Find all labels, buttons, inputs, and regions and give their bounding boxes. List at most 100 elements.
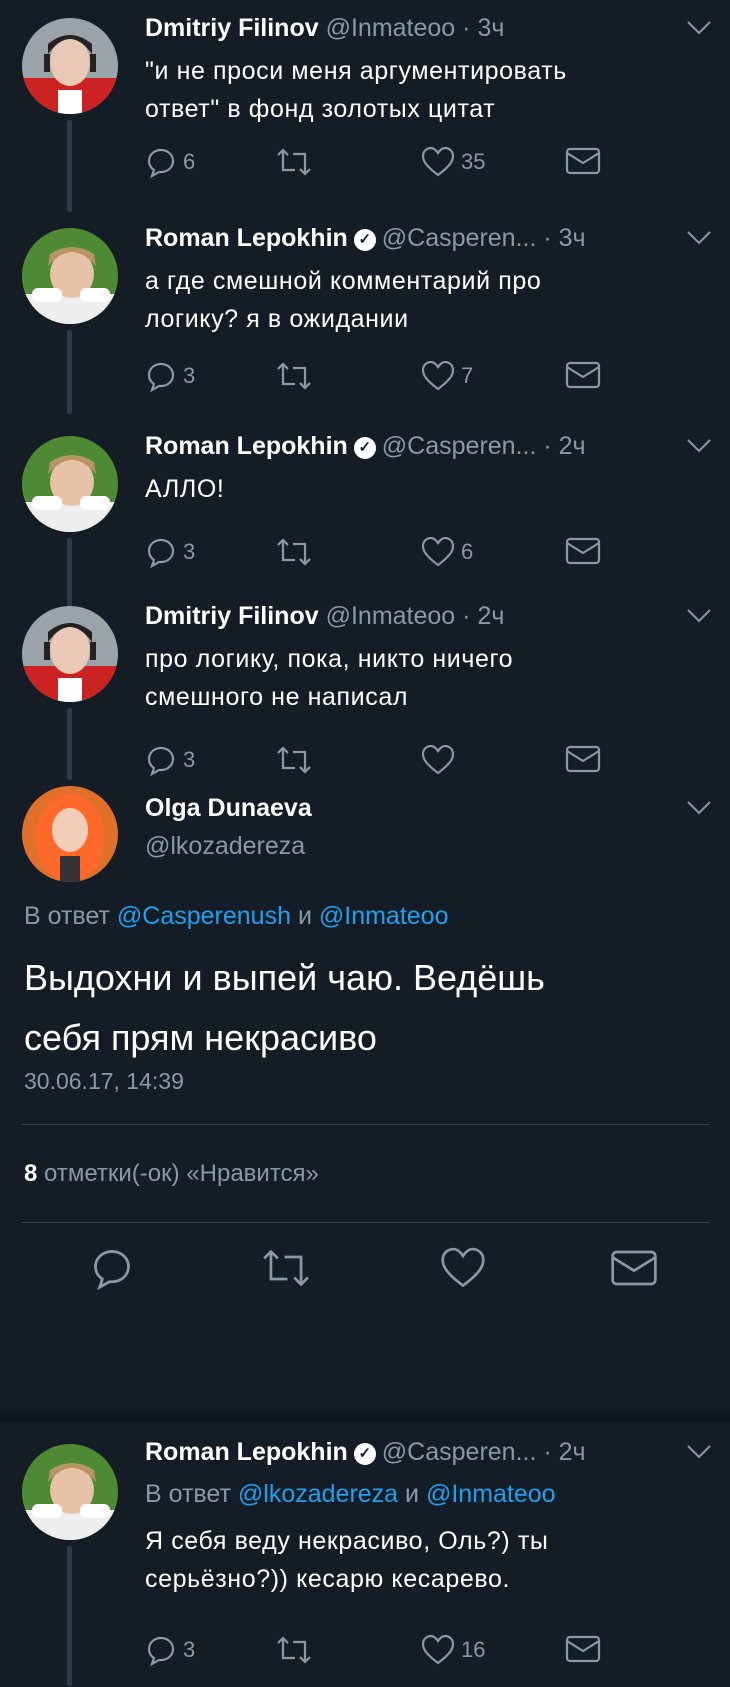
like-button[interactable] [421, 744, 455, 776]
retweet-button[interactable] [275, 360, 313, 392]
retweet-button[interactable] [275, 744, 313, 776]
heart-icon [421, 744, 455, 776]
tweet-text-line: АЛЛО! [145, 475, 225, 503]
focused-tweet: Olga Dunaeva @lkozadereza В ответ @Caspe… [0, 780, 730, 1410]
tweet-text-line: смешного не написал [145, 683, 409, 711]
like-count: 7 [461, 363, 474, 388]
tweet-timestamp[interactable]: 30.06.17, 14:39 [24, 1068, 184, 1095]
mention-link[interactable]: @Inmateoo [319, 902, 449, 930]
author-name[interactable]: Roman Lepokhin [145, 1438, 348, 1466]
tweet-text-line: себя прям некрасиво [24, 1017, 377, 1058]
thread-line [67, 330, 72, 414]
verified-badge-icon: ✓ [353, 437, 376, 459]
reply-context: В ответ @Casperenush и @Inmateoo [24, 902, 449, 931]
likes-summary[interactable]: 8 отметки(-ок) «Нравится» [24, 1160, 319, 1188]
like-count: 6 [461, 539, 474, 564]
chevron-down-icon[interactable] [686, 1444, 712, 1465]
reply-prefix: В ответ [145, 1480, 231, 1508]
author-handle[interactable]: @Inmateoo [326, 14, 456, 42]
tweet-text-line: про логику, пока, никто ничего [145, 645, 514, 673]
separator-dot: · [462, 602, 471, 630]
reply-button[interactable]: 3 [145, 744, 195, 776]
reply-count: 3 [183, 1637, 196, 1662]
reply-icon [145, 536, 177, 568]
heart-icon [421, 360, 455, 392]
heart-icon [421, 536, 455, 568]
dm-button[interactable] [565, 744, 601, 774]
retweet-button[interactable] [275, 536, 313, 568]
like-button[interactable]: 6 [421, 536, 473, 568]
chevron-down-icon[interactable] [686, 20, 712, 41]
avatar[interactable] [22, 228, 118, 324]
reply-and: и [405, 1480, 420, 1508]
reply-icon [145, 146, 177, 178]
author-handle[interactable]: @Casperen... [382, 1438, 537, 1466]
avatar[interactable] [22, 786, 118, 882]
retweet-icon [275, 146, 313, 178]
reply-count: 3 [183, 747, 196, 772]
separator-dot: · [543, 224, 552, 252]
reply-context: В ответ @lkozadereza и @Inmateoo [145, 1480, 556, 1509]
tweet-time[interactable]: 2ч [559, 432, 586, 460]
reply-button[interactable]: 3 [145, 536, 195, 568]
tweet-text-line: а где смешной комментарий про [145, 267, 542, 295]
dm-button[interactable] [565, 360, 601, 390]
dm-button[interactable] [565, 536, 601, 566]
reply-button[interactable]: 3 [145, 1634, 195, 1666]
reply-icon [145, 1634, 177, 1666]
envelope-icon [565, 536, 601, 566]
author-handle[interactable]: @lkozadereza [145, 832, 305, 860]
author-handle[interactable]: @Inmateoo [326, 602, 456, 630]
chevron-down-icon[interactable] [686, 230, 712, 251]
verified-badge-icon: ✓ [353, 1443, 376, 1465]
tweet-time[interactable]: 2ч [477, 602, 504, 630]
author-name[interactable]: Roman Lepokhin [145, 224, 348, 252]
avatar[interactable] [22, 1444, 118, 1540]
retweet-icon[interactable] [260, 1246, 312, 1295]
heart-icon[interactable] [440, 1246, 486, 1295]
author-name[interactable]: Dmitriy Filinov [145, 602, 319, 630]
divider [22, 1124, 710, 1125]
chevron-down-icon[interactable] [686, 608, 712, 629]
avatar[interactable] [22, 606, 118, 702]
envelope-icon[interactable] [610, 1248, 658, 1293]
thread-line [67, 1546, 72, 1686]
chevron-down-icon[interactable] [686, 438, 712, 459]
like-button[interactable]: 35 [421, 146, 485, 178]
mention-link[interactable]: @Casperenush [117, 902, 291, 930]
tweet-time[interactable]: 2ч [559, 1438, 586, 1466]
author-name[interactable]: Dmitriy Filinov [145, 14, 319, 42]
avatar[interactable] [22, 436, 118, 532]
thread-line [67, 120, 72, 212]
author-handle[interactable]: @Casperen... [382, 432, 537, 460]
author-name[interactable]: Roman Lepokhin [145, 432, 348, 460]
dm-button[interactable] [565, 1634, 601, 1664]
chevron-down-icon[interactable] [686, 800, 712, 821]
author-name[interactable]: Olga Dunaeva [145, 794, 312, 822]
retweet-button[interactable] [275, 146, 313, 178]
envelope-icon [565, 744, 601, 774]
reply-prefix: В ответ [24, 902, 110, 930]
dm-button[interactable] [565, 146, 601, 176]
tweet-time[interactable]: 3ч [559, 224, 586, 252]
mention-link[interactable]: @lkozadereza [238, 1480, 398, 1508]
reply-icon[interactable] [90, 1246, 134, 1295]
like-button[interactable]: 16 [421, 1634, 485, 1666]
reply-button[interactable]: 3 [145, 360, 195, 392]
retweet-button[interactable] [275, 1634, 313, 1666]
envelope-icon [565, 1634, 601, 1664]
tweet-time[interactable]: 3ч [477, 14, 504, 42]
mention-link[interactable]: @Inmateoo [426, 1480, 556, 1508]
avatar[interactable] [22, 18, 118, 114]
author-handle[interactable]: @Casperen... [382, 224, 537, 252]
section-divider [0, 1412, 730, 1422]
reply-button[interactable]: 6 [145, 146, 195, 178]
like-button[interactable]: 7 [421, 360, 473, 392]
verified-badge-icon: ✓ [353, 229, 376, 251]
separator-dot: · [462, 14, 471, 42]
tweet-text: Выдохни и выпей чаю. Ведёшь себя прям не… [24, 948, 545, 1068]
tweet-text-line: "и не проси меня аргументировать [145, 57, 567, 85]
reply-count: 3 [183, 539, 196, 564]
heart-icon [421, 1634, 455, 1666]
retweet-icon [275, 536, 313, 568]
